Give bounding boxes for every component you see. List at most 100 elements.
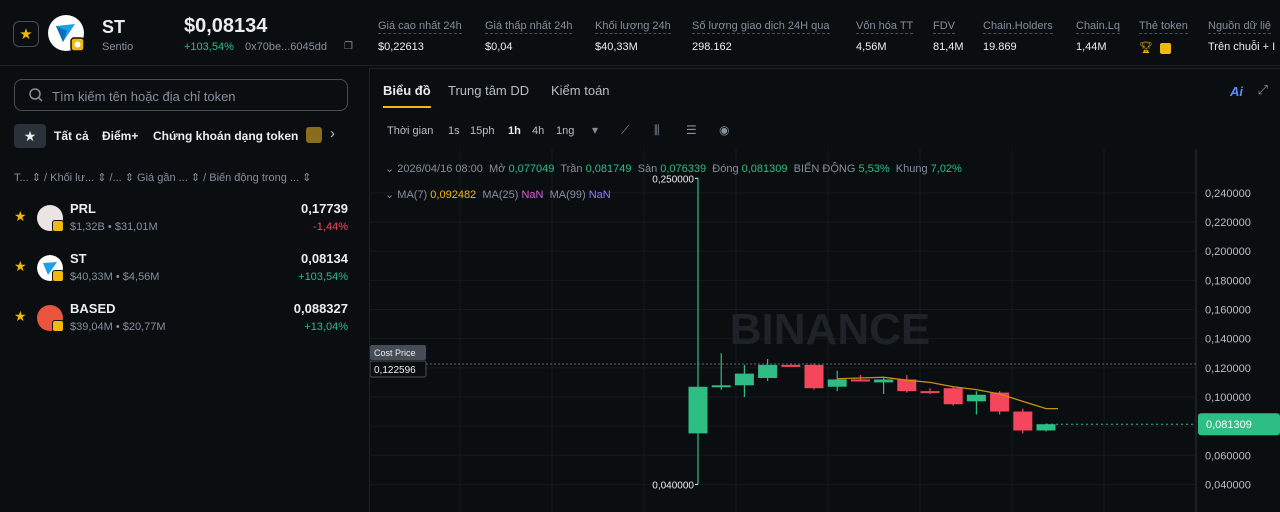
- high-value: 0,081749: [585, 163, 632, 175]
- settings-icon[interactable]: ☰: [686, 123, 697, 137]
- favorite-star-icon[interactable]: ★: [14, 258, 27, 275]
- chevron-right-icon[interactable]: ›: [330, 125, 335, 142]
- ma-readout: ⌄ MA(7) 0,092482 MA(25) NaN MA(99) NaN: [385, 188, 611, 201]
- row-change: +13,04%: [304, 321, 348, 333]
- tab-audit[interactable]: Kiểm toán: [551, 83, 610, 98]
- interval-1d[interactable]: 1ng: [556, 125, 574, 137]
- token-change: +103,54%: [184, 41, 234, 53]
- row-change: -1,44%: [313, 221, 348, 233]
- filter-tokenized-stocks[interactable]: Chứng khoán dạng token: [153, 129, 298, 143]
- candle-body: [758, 364, 778, 379]
- y-tick-label: 0,040000: [1205, 479, 1251, 491]
- change-label: BIẾN ĐỘNG: [793, 163, 856, 175]
- expand-icon[interactable]: ⤢: [1258, 82, 1268, 98]
- interval-15m[interactable]: 15ph: [470, 125, 494, 137]
- range-value: 7,02%: [930, 163, 962, 175]
- stat-value: 81,4M: [933, 41, 964, 53]
- y-tick-label: 0,220000: [1205, 217, 1251, 229]
- row-symbol: PRL: [70, 201, 96, 216]
- stat-value: $0,04: [485, 41, 513, 53]
- badge-icon: [1160, 42, 1172, 54]
- stat-market-cap: Vốn hóa TT 4,56M: [856, 18, 914, 53]
- indicator-line-icon[interactable]: ⟋: [621, 123, 629, 138]
- list-item[interactable]: ★ PRL $1,32B • $31,01M 0,17739 -1,44%: [0, 201, 365, 247]
- stat-value: 298.162: [692, 41, 732, 53]
- chevron-down-icon[interactable]: ▾: [592, 123, 598, 137]
- tab-chart[interactable]: Biểu đồ: [383, 83, 431, 98]
- badge-icon: [52, 220, 64, 232]
- token-logo: [48, 15, 85, 52]
- more-filter-icon[interactable]: [306, 127, 322, 143]
- stat-value: Trên chuỗi + I: [1208, 41, 1276, 53]
- favorite-star-icon[interactable]: ★: [14, 308, 27, 325]
- filter-points[interactable]: Điểm+: [102, 129, 138, 143]
- list-item[interactable]: ★ BASED $39,04M • $20,77M 0,088327 +13,0…: [0, 301, 365, 347]
- filter-all[interactable]: Tất cả: [54, 129, 89, 143]
- candle-body: [734, 373, 754, 386]
- min-price-label: 0,040000: [652, 480, 694, 491]
- search-input[interactable]: Tìm kiếm tên hoặc địa chỉ token: [14, 79, 348, 111]
- row-symbol: BASED: [70, 301, 116, 316]
- low-label: Sàn: [637, 163, 658, 175]
- ohlc-readout: ⌄ 2026/04/16 08:00 Mở 0,077049 Trần 0,08…: [385, 162, 962, 175]
- stat-label: Giá thấp nhất 24h: [485, 20, 573, 34]
- trophy-icon: 🏆︎: [1139, 42, 1153, 54]
- favorites-filter-star-icon[interactable]: ★: [14, 124, 46, 148]
- row-symbol: ST: [70, 251, 87, 266]
- candle-body: [688, 386, 708, 434]
- stat-label: Khối lượng 24h: [595, 20, 671, 34]
- badge-icon: [52, 320, 64, 332]
- favorite-star-icon[interactable]: ★: [13, 21, 39, 47]
- change-value: 5,53%: [858, 163, 890, 175]
- interval-1s[interactable]: 1s: [448, 125, 460, 137]
- candle-body: [827, 379, 847, 387]
- row-price: 0,17739: [301, 201, 348, 216]
- cost-price-label: Cost Price: [374, 348, 416, 358]
- target-icon[interactable]: ◉: [719, 123, 729, 137]
- max-price-label: 0,250000: [652, 174, 694, 185]
- y-tick-label: 0,240000: [1205, 188, 1251, 200]
- price-chart[interactable]: 0,240000 0,220000 0,200000 0,180000 0,160000…: [370, 149, 1280, 512]
- ma7-value: 0,092482: [430, 189, 477, 201]
- collapse-icon[interactable]: ⌄: [385, 189, 397, 201]
- stat-value: 1,44M: [1076, 41, 1107, 53]
- row-volume-mcap: $1,32B • $31,01M: [70, 221, 158, 233]
- filter-tabs: ★ Tất cả Điểm+ Chứng khoán dạng token ›: [14, 124, 354, 148]
- list-item[interactable]: ★ ST $40,33M • $4,56M 0,08134 +103,54%: [0, 251, 365, 297]
- stat-high-24h: Giá cao nhất 24h $0,22613: [378, 18, 462, 53]
- watermark: BINANCE: [730, 305, 930, 354]
- row-volume-mcap: $39,04M • $20,77M: [70, 321, 166, 333]
- interval-1h[interactable]: 1h: [508, 125, 521, 137]
- y-tick-label: 0,180000: [1205, 275, 1251, 287]
- stat-token-tags: Thẻ token 🏆︎: [1139, 18, 1188, 54]
- badge-icon: [52, 270, 64, 282]
- stat-holders: Chain.Holders 19.869: [983, 18, 1053, 53]
- stat-tx-count: Số lượng giao dịch 24H qua 298.162: [692, 18, 830, 53]
- row-price: 0,08134: [301, 251, 348, 266]
- search-placeholder: Tìm kiếm tên hoặc địa chỉ token: [52, 89, 236, 104]
- stat-label: Giá cao nhất 24h: [378, 20, 462, 34]
- stat-value: $40,33M: [595, 41, 638, 53]
- token-name: Sentio: [102, 41, 134, 53]
- close-label: Đóng: [712, 163, 739, 175]
- row-change: +103,54%: [298, 271, 348, 283]
- token-address[interactable]: 0x70be...6045dd: [245, 41, 327, 53]
- row-volume-mcap: $40,33M • $4,56M: [70, 271, 160, 283]
- copy-icon[interactable]: ❐: [344, 41, 353, 52]
- ai-button[interactable]: Ai: [1230, 84, 1243, 99]
- cost-price-value: 0,122596: [374, 365, 416, 376]
- token-list-panel: Tìm kiếm tên hoặc địa chỉ token ★ Tất cả…: [0, 66, 365, 512]
- interval-label: Thời gian: [387, 125, 434, 137]
- favorite-star-icon[interactable]: ★: [14, 208, 27, 225]
- candle-body: [711, 385, 731, 388]
- list-column-headers[interactable]: T... ⇕ / Khối lư... ⇕ /... ⇕ Giá gần ...…: [14, 171, 311, 184]
- close-value: 0,081309: [741, 163, 788, 175]
- collapse-icon[interactable]: ⌄: [385, 163, 397, 175]
- tab-dd-center[interactable]: Trung tâm DD: [448, 83, 529, 98]
- ma99-label: MA(99): [549, 189, 586, 201]
- candle-type-icon[interactable]: ⫼: [654, 123, 660, 138]
- active-tab-underline: [383, 106, 431, 108]
- stat-volume-24h: Khối lượng 24h $40,33M: [595, 18, 671, 53]
- stat-label: FDV: [933, 20, 955, 34]
- interval-4h[interactable]: 4h: [532, 125, 544, 137]
